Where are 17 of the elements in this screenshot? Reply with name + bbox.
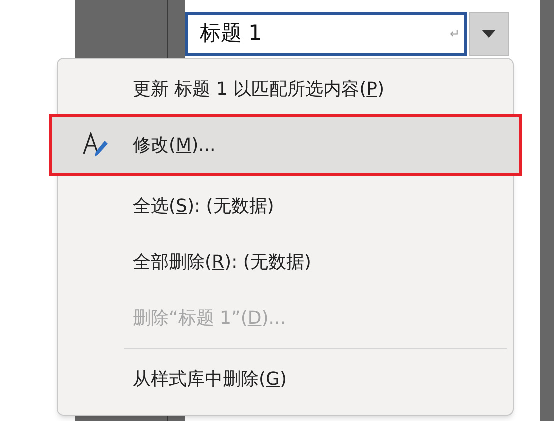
menu-item[interactable]: 从样式库中删除(G) [58,351,513,407]
menu-item-label: 全部删除(R): (无数据) [133,250,312,274]
style-name-value: 标题 1 [200,20,262,48]
dropdown-button[interactable] [469,12,509,56]
style-name-field[interactable]: 标题 1 ↵ [185,12,467,56]
menu-item[interactable]: 全部删除(R): (无数据) [58,234,513,290]
menu-item-label: 修改(M)... [133,134,216,158]
menu-item[interactable]: 更新 标题 1 以匹配所选内容(P) [58,61,513,117]
menu-item[interactable]: 修改(M)... [52,117,519,173]
menu-item-label: 全选(S): (无数据) [133,194,274,218]
paragraph-mark: ↵ [450,26,460,43]
menu-item-label: 删除“标题 1”(D)... [133,306,286,330]
font-pencil-icon [82,132,108,158]
menu-item[interactable]: 全选(S): (无数据) [58,178,513,234]
menu-item-label: 更新 标题 1 以匹配所选内容(P) [133,78,385,102]
menu-item-label: 从样式库中删除(G) [133,368,288,392]
caret-icon [482,30,496,38]
